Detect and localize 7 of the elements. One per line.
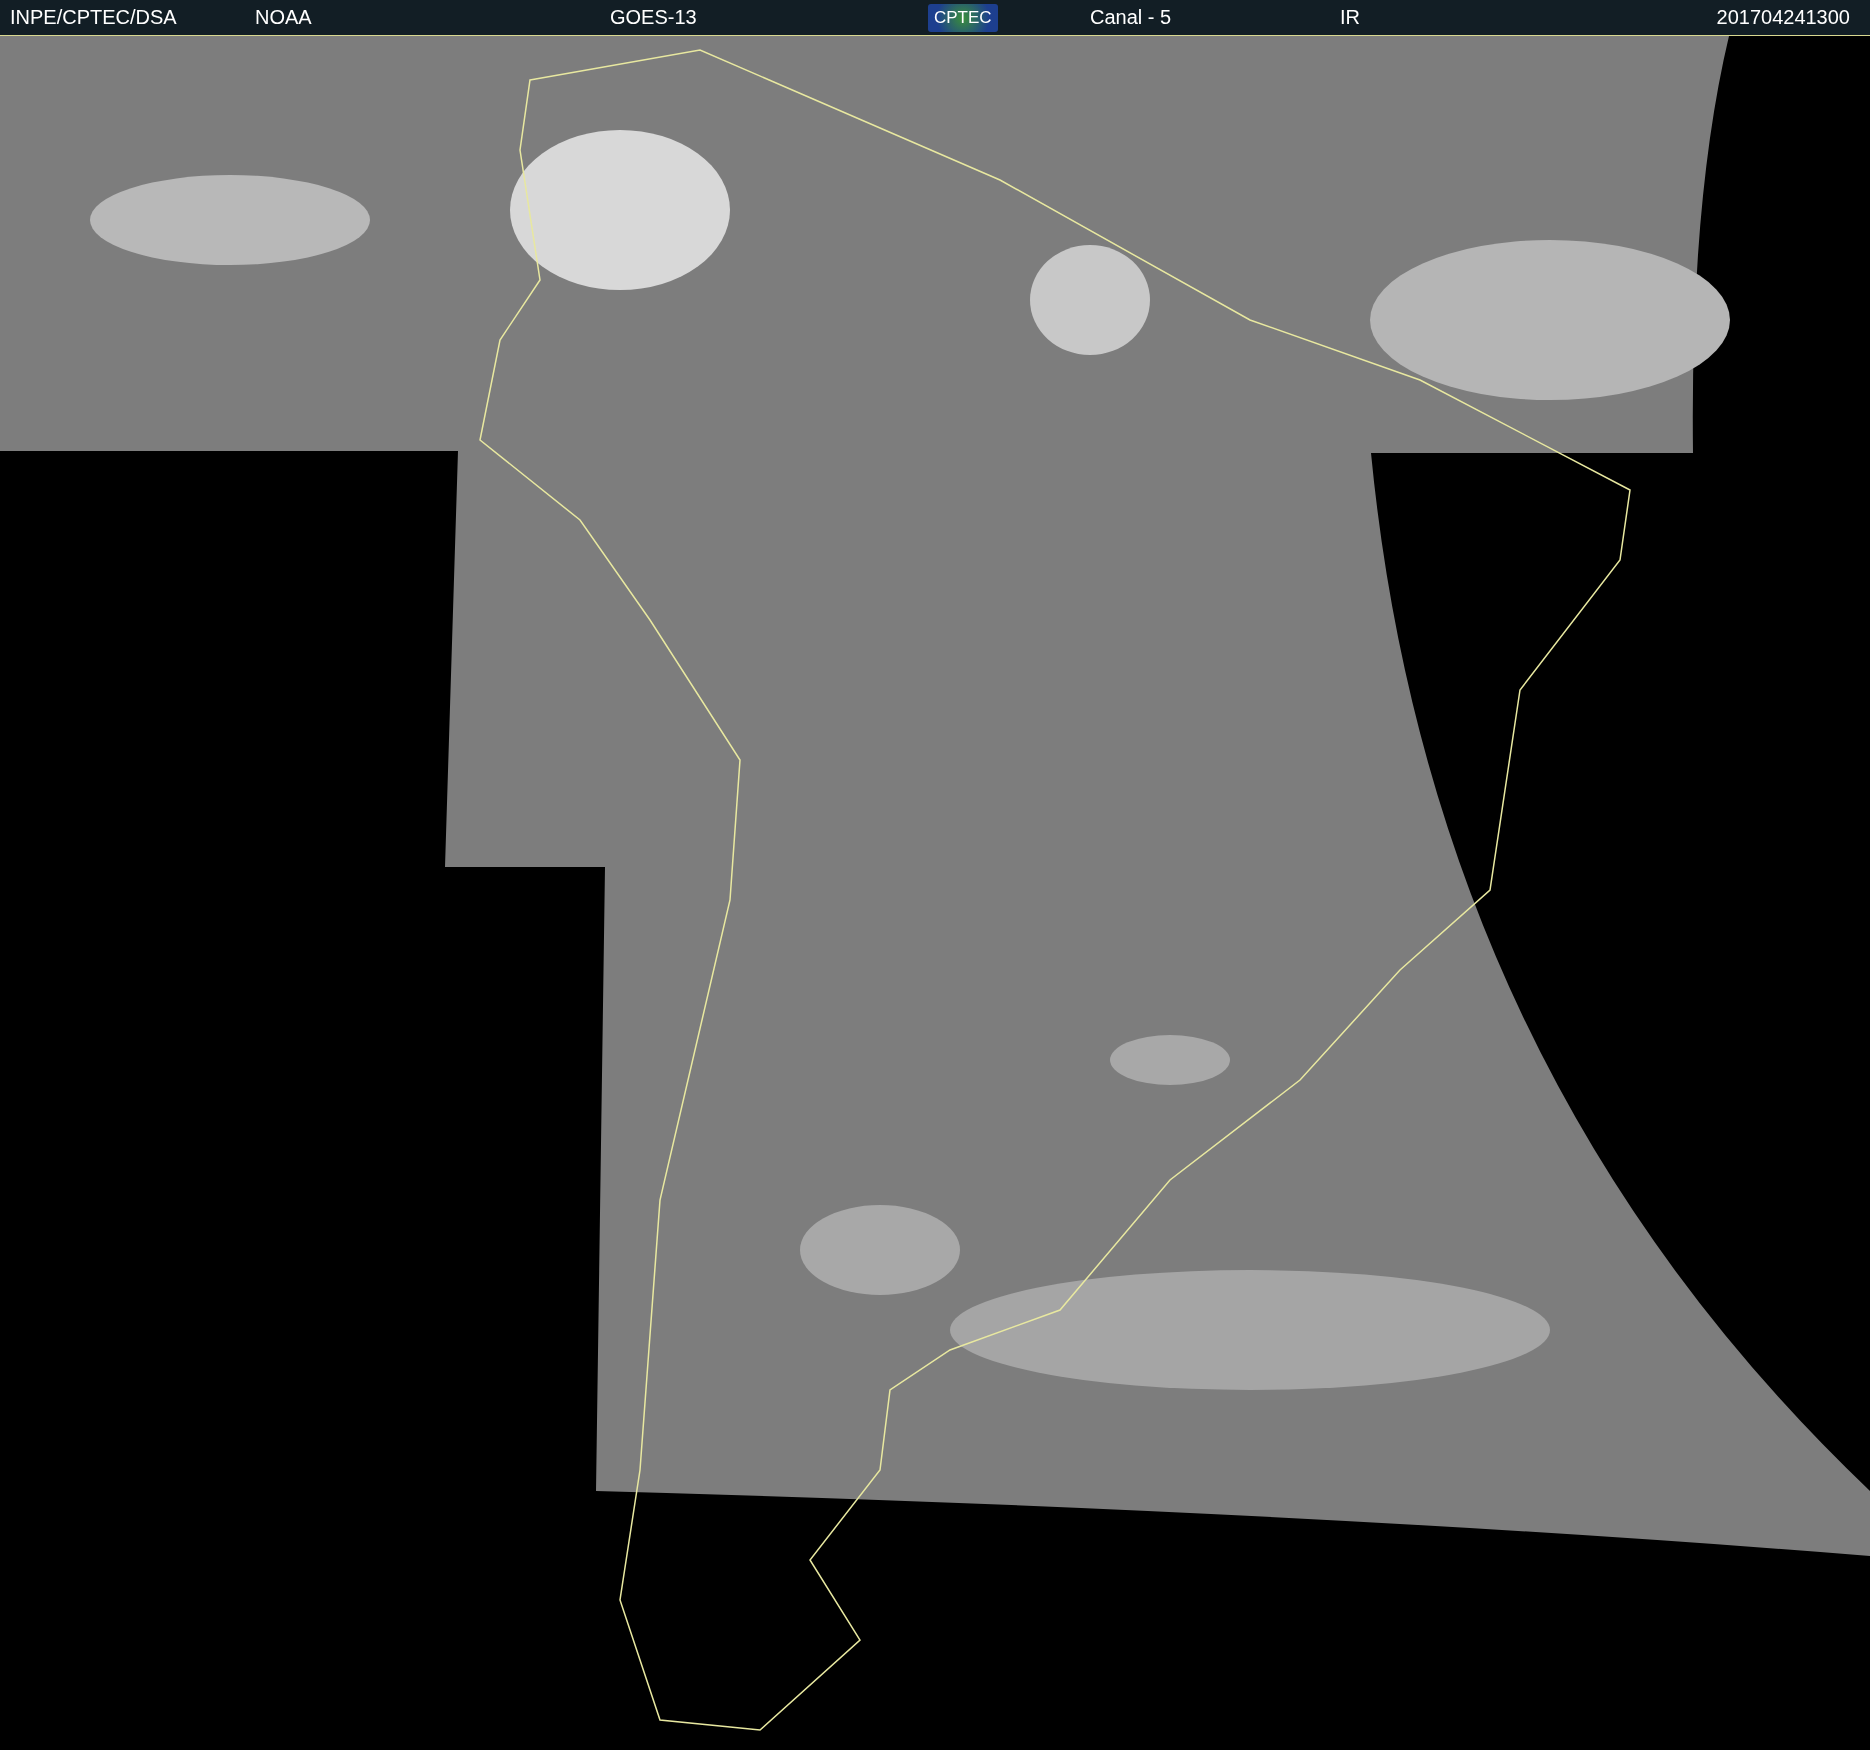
header-text: GOES-13 xyxy=(610,6,697,29)
header-text: INPE/CPTEC/DSA xyxy=(10,6,177,29)
header-text: IR xyxy=(1340,6,1360,29)
header-text: Canal - 5 xyxy=(1090,6,1172,29)
header-text: NOAA xyxy=(255,6,312,29)
header-text: 201704241300 xyxy=(1716,6,1850,29)
logo: CPTEC xyxy=(928,3,998,32)
